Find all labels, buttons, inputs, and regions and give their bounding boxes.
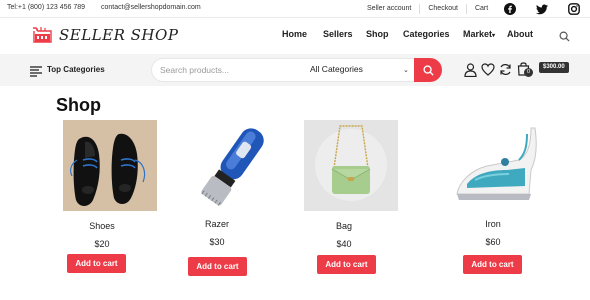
product-price: $60 <box>485 237 501 247</box>
product-search-box: All Categories ⌄ <box>151 58 442 82</box>
top-info-bar: Tel:+1 (800) 123 456 789 contact@sellers… <box>0 0 590 18</box>
product-name[interactable]: Bag <box>289 221 399 231</box>
user-icon[interactable] <box>464 63 478 78</box>
compare-icon[interactable] <box>499 63 513 77</box>
nav-categories[interactable]: Categories <box>403 29 450 39</box>
nav-market[interactable]: Market▾ <box>463 29 495 39</box>
instagram-icon[interactable] <box>567 2 581 16</box>
phone-number: Tel:+1 (800) 123 456 789 <box>7 4 86 11</box>
product-price: $20 <box>94 239 110 249</box>
nav-sellers[interactable]: Sellers <box>323 29 353 39</box>
top-categories-label[interactable]: Top Categories <box>47 65 105 74</box>
chevron-down-icon: ▾ <box>492 33 496 39</box>
product-price: $30 <box>209 237 225 247</box>
product-name[interactable]: Razer <box>162 219 272 229</box>
page-title: Shop <box>56 95 101 115</box>
top-links: Seller account Checkout Cart <box>359 0 496 18</box>
product-name[interactable]: Shoes <box>47 221 157 231</box>
search-input[interactable] <box>160 62 300 78</box>
cart-total-badge[interactable]: $300.00 <box>539 62 569 73</box>
cart-count-badge: 0 <box>524 68 533 77</box>
main-header: SELLER SHOP Home Sellers Shop Categories… <box>0 18 590 54</box>
heart-icon[interactable] <box>481 63 495 77</box>
nav-home[interactable]: Home <box>282 29 307 39</box>
add-to-cart-button[interactable]: Add to cart <box>463 255 522 274</box>
add-to-cart-button[interactable]: Add to cart <box>317 255 376 274</box>
search-button[interactable] <box>414 58 442 82</box>
chevron-down-icon[interactable]: ⌄ <box>403 66 409 74</box>
product-price: $40 <box>336 239 352 249</box>
seller-account-link[interactable]: Seller account <box>359 4 421 14</box>
add-to-cart-button[interactable]: Add to cart <box>188 257 247 276</box>
category-select[interactable]: All Categories <box>310 64 363 74</box>
contact-email[interactable]: contact@sellershopdomain.com <box>101 4 201 11</box>
nav-market-label: Market <box>463 29 493 39</box>
category-search-bar: Top Categories All Categories ⌄ <box>0 54 590 86</box>
search-icon <box>422 64 434 76</box>
search-icon[interactable] <box>559 29 570 42</box>
product-image-iron[interactable] <box>440 120 550 215</box>
menu-list-icon[interactable] <box>30 64 42 77</box>
add-to-cart-button[interactable]: Add to cart <box>67 254 126 273</box>
product-image-bag[interactable] <box>296 120 406 215</box>
checkout-link[interactable]: Checkout <box>420 4 467 14</box>
twitter-icon[interactable] <box>535 2 549 16</box>
product-name[interactable]: Iron <box>438 219 548 229</box>
nav-about[interactable]: About <box>507 29 533 39</box>
product-image-shoes[interactable] <box>55 120 165 215</box>
logo-icon[interactable] <box>31 26 53 44</box>
nav-shop[interactable]: Shop <box>366 29 389 39</box>
cart-link[interactable]: Cart <box>467 4 496 14</box>
facebook-icon[interactable] <box>503 2 517 16</box>
logo-text[interactable]: SELLER SHOP <box>59 26 178 44</box>
product-image-razer[interactable] <box>176 120 286 215</box>
